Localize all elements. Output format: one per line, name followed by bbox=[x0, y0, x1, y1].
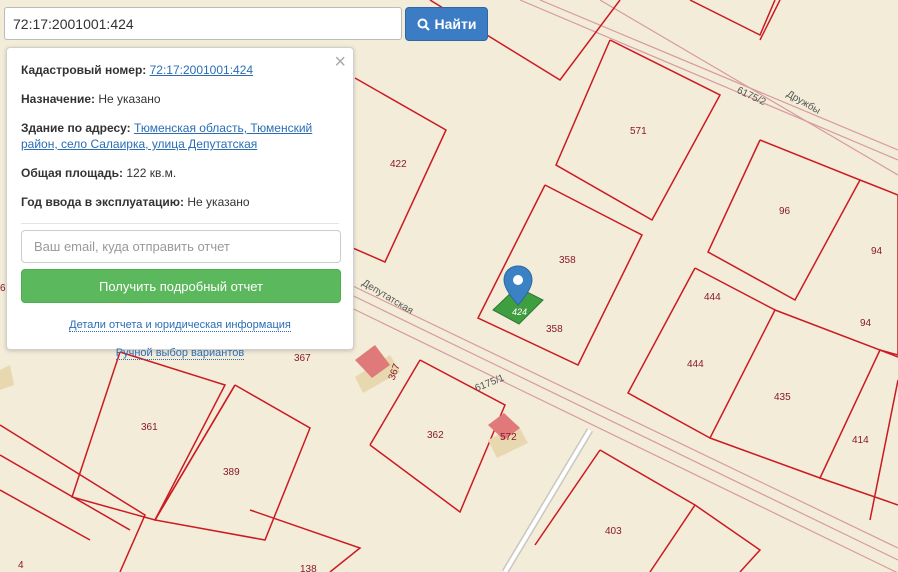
manual-link-wrap: Ручной выбор вариантов bbox=[21, 347, 339, 360]
address-row: Здание по адресу: Тюменская область, Тюм… bbox=[21, 120, 339, 152]
svg-text:4: 4 bbox=[18, 560, 24, 571]
svg-text:96: 96 bbox=[779, 206, 791, 217]
area-row: Общая площадь: 122 кв.м. bbox=[21, 165, 339, 181]
svg-text:444: 444 bbox=[687, 359, 704, 370]
search-button[interactable]: Найти bbox=[405, 7, 488, 41]
cadastral-number-link[interactable]: 72:17:2001001:424 bbox=[150, 63, 253, 77]
svg-text:138: 138 bbox=[300, 564, 317, 572]
cadastral-number-row: Кадастровый номер: 72:17:2001001:424 bbox=[21, 62, 339, 78]
svg-text:358: 358 bbox=[546, 324, 563, 335]
address-label: Здание по адресу: bbox=[21, 121, 131, 135]
svg-text:94: 94 bbox=[871, 246, 883, 257]
svg-text:361: 361 bbox=[141, 422, 158, 433]
divider bbox=[21, 223, 339, 224]
search-icon bbox=[417, 18, 430, 31]
svg-text:94: 94 bbox=[860, 318, 872, 329]
search-button-label: Найти bbox=[434, 16, 477, 32]
svg-text:444: 444 bbox=[704, 292, 721, 303]
details-link[interactable]: Детали отчета и юридическая информация bbox=[69, 319, 291, 332]
search-input[interactable] bbox=[4, 7, 402, 40]
close-icon[interactable]: × bbox=[334, 52, 346, 72]
purpose-row: Назначение: Не указано bbox=[21, 91, 339, 107]
year-value: Не указано bbox=[187, 195, 250, 209]
manual-selection-link[interactable]: Ручной выбор вариантов bbox=[115, 347, 245, 360]
svg-text:362: 362 bbox=[427, 430, 444, 441]
year-label: Год ввода в эксплуатацию: bbox=[21, 195, 185, 209]
area-value: 122 кв.м. bbox=[126, 166, 177, 180]
purpose-label: Назначение: bbox=[21, 92, 96, 106]
svg-text:414: 414 bbox=[852, 435, 869, 446]
purpose-value: Не указано bbox=[98, 92, 161, 106]
svg-text:389: 389 bbox=[223, 467, 240, 478]
svg-text:435: 435 bbox=[774, 392, 791, 403]
email-field[interactable] bbox=[21, 230, 341, 263]
cadastral-number-label: Кадастровый номер: bbox=[21, 63, 147, 77]
get-report-button[interactable]: Получить подробный отчет bbox=[21, 269, 341, 303]
svg-text:358: 358 bbox=[559, 255, 576, 266]
year-row: Год ввода в эксплуатацию: Не указано bbox=[21, 194, 339, 210]
svg-text:403: 403 bbox=[605, 526, 622, 537]
area-label: Общая площадь: bbox=[21, 166, 124, 180]
svg-text:422: 422 bbox=[390, 159, 407, 170]
svg-text:572: 572 bbox=[500, 432, 517, 443]
parcel-info-popup: × Кадастровый номер: 72:17:2001001:424 Н… bbox=[6, 47, 354, 360]
details-link-wrap: Детали отчета и юридическая информация bbox=[21, 319, 339, 332]
svg-text:571: 571 bbox=[630, 126, 647, 137]
marker-label: 424 bbox=[512, 307, 527, 317]
